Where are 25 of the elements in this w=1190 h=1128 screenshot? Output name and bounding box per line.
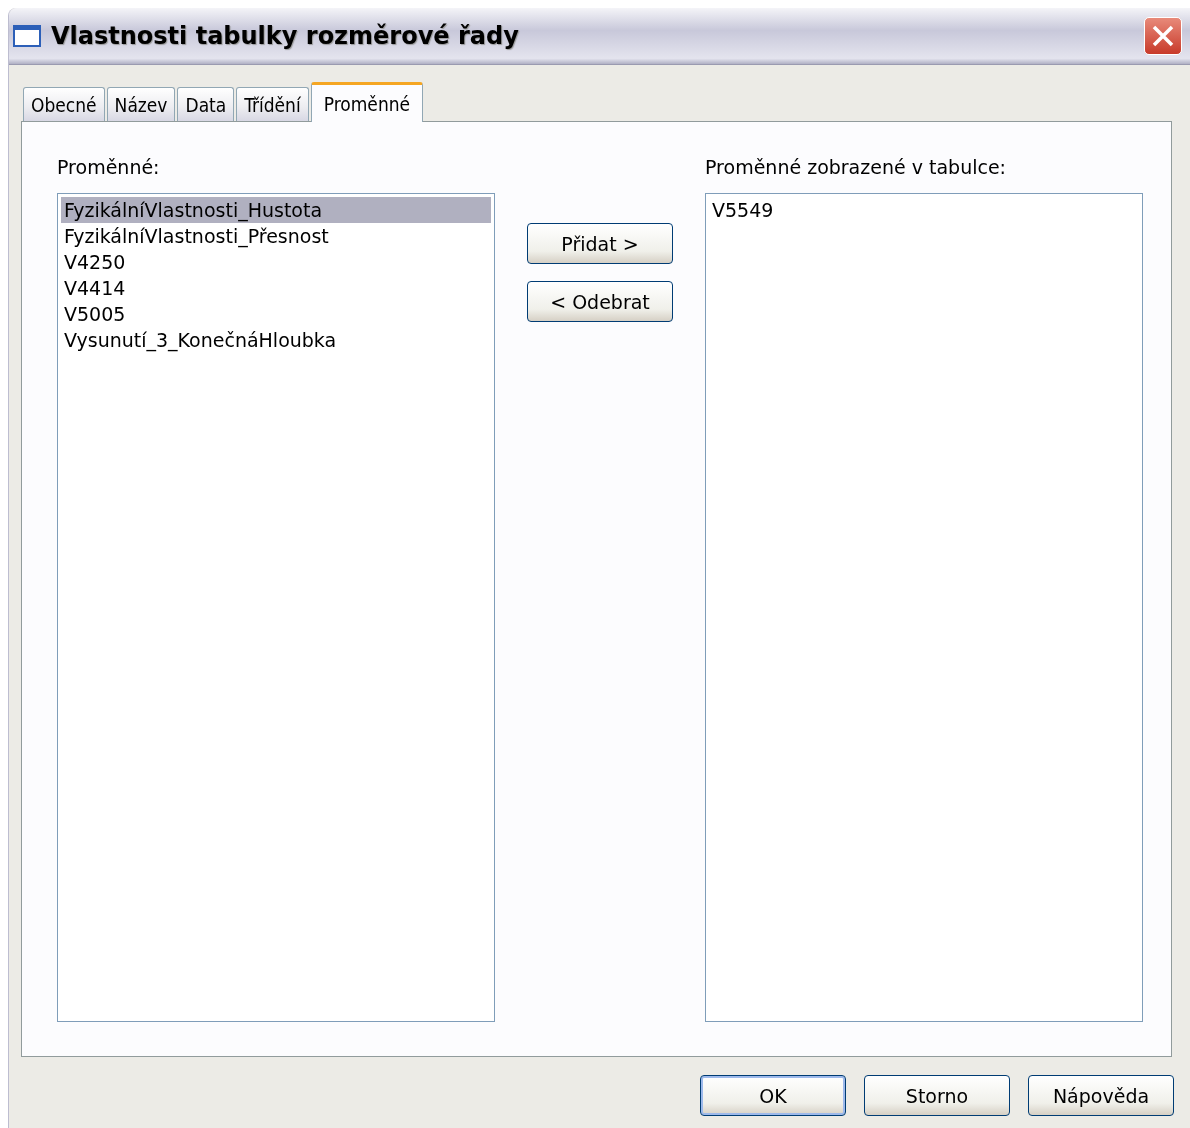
list-item[interactable]: V5005	[61, 301, 491, 327]
list-item[interactable]: FyzikálníVlastnosti_Přesnost	[61, 223, 491, 249]
window-title: Vlastnosti tabulky rozměrové řady	[51, 22, 520, 50]
add-button[interactable]: Přidat >	[527, 223, 673, 264]
close-button[interactable]	[1144, 17, 1182, 55]
list-item[interactable]: Vysunutí_3_KonečnáHloubka	[61, 327, 491, 353]
list-box[interactable]: V5549	[705, 193, 1143, 1022]
list-item[interactable]: V4250	[61, 249, 491, 275]
tab[interactable]: Obecné	[23, 87, 105, 121]
list-item[interactable]: FyzikálníVlastnosti_Hustota	[61, 197, 491, 223]
tab[interactable]: Název	[106, 87, 176, 121]
tab[interactable]: Třídění	[236, 87, 309, 121]
remove-button[interactable]: < Odebrat	[527, 281, 673, 322]
close-icon	[1151, 24, 1175, 48]
tab[interactable]: Data	[177, 87, 235, 121]
list-label: Proměnné:	[57, 156, 161, 180]
list-item[interactable]: V5549	[709, 197, 1139, 223]
list-label: Proměnné zobrazené v tabulce:	[705, 156, 1007, 180]
tab[interactable]: Proměnné	[310, 82, 424, 122]
ok-button[interactable]: OK	[700, 1075, 846, 1116]
list-item[interactable]: V4414	[61, 275, 491, 301]
list-box[interactable]: FyzikálníVlastnosti_Hustota FyzikálníVlastnosti_Přesnost V4250 V4414 V5005 Vysunutí_3_KonečnáHloubka	[57, 193, 495, 1022]
cancel-button[interactable]: Storno	[864, 1075, 1010, 1116]
window-icon	[13, 25, 41, 47]
help-button[interactable]: Nápověda	[1028, 1075, 1174, 1116]
